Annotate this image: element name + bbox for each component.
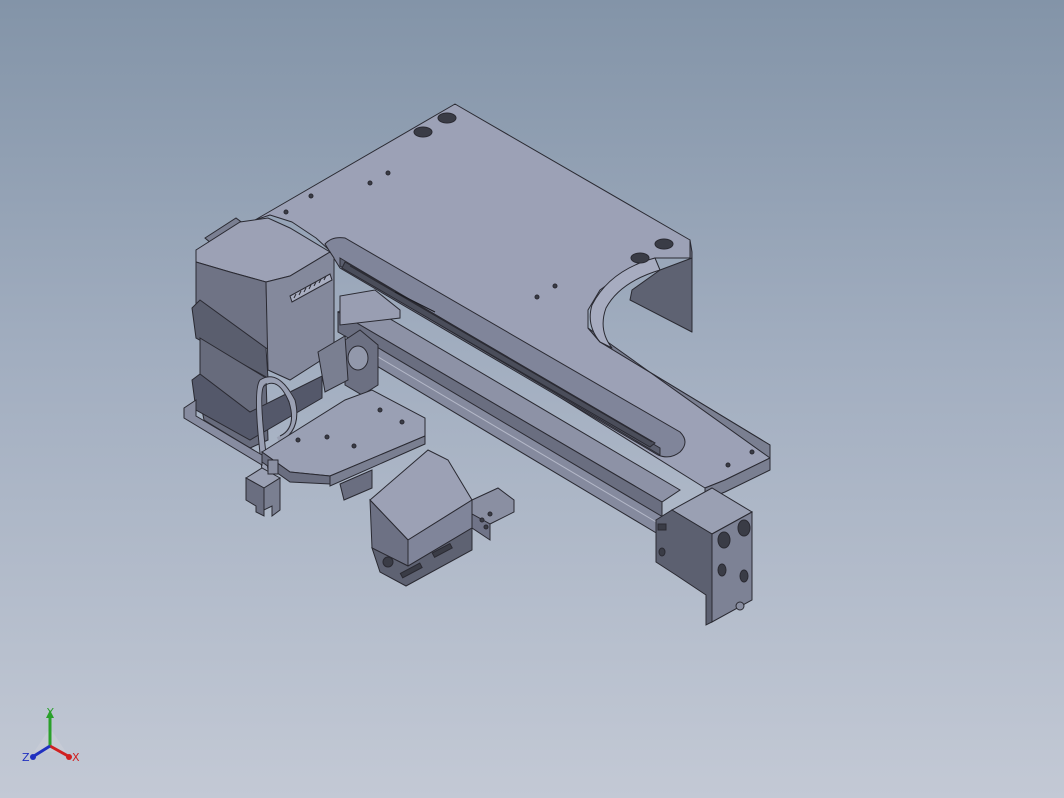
hole-small-8 xyxy=(749,449,755,455)
hole-small-5 xyxy=(534,294,540,300)
cad-model-view[interactable]: Y Z X xyxy=(0,0,1064,798)
hole-large-4 xyxy=(654,238,674,250)
shaft-end xyxy=(347,345,369,371)
end-block-hole-1 xyxy=(717,531,731,549)
triad-z-tip xyxy=(30,754,36,760)
carriage-hole-1 xyxy=(324,434,330,440)
hole-small-1 xyxy=(367,180,373,186)
gripper-port xyxy=(382,556,394,568)
end-block-screw-1 xyxy=(657,523,667,531)
triad-y-label: Y xyxy=(46,706,54,719)
hole-small-2 xyxy=(385,170,391,176)
hole-small-4 xyxy=(283,209,289,215)
hole-small-7 xyxy=(725,462,731,468)
end-block-hole-4 xyxy=(739,569,749,583)
bracket-screw xyxy=(267,459,279,475)
carriage-hole-5 xyxy=(295,437,301,443)
jaw-screw-1 xyxy=(479,517,485,523)
hole-small-3 xyxy=(308,193,314,199)
carriage-hole-4 xyxy=(399,419,405,425)
jaw-screw-3 xyxy=(483,524,489,530)
triad-z-label: Z xyxy=(22,751,30,764)
end-block xyxy=(655,487,754,626)
hole-large-3 xyxy=(630,252,650,264)
end-block-hole-2 xyxy=(737,519,751,537)
hole-small-6 xyxy=(552,283,558,289)
end-block-hole-3 xyxy=(717,563,727,577)
hole-large-1 xyxy=(413,126,433,138)
carriage-hole-3 xyxy=(377,407,383,413)
jaw-screw-2 xyxy=(487,511,493,517)
end-block-screw-2 xyxy=(658,547,666,557)
carriage-hole-2 xyxy=(351,443,357,449)
end-block-pin xyxy=(735,601,745,611)
triad-x-label: X xyxy=(72,751,80,764)
sensor-bracket xyxy=(245,459,281,517)
hole-large-2 xyxy=(437,112,457,124)
orientation-triad[interactable]: Y Z X xyxy=(22,706,80,764)
graphics-viewport[interactable]: Y Z X xyxy=(0,0,1064,798)
